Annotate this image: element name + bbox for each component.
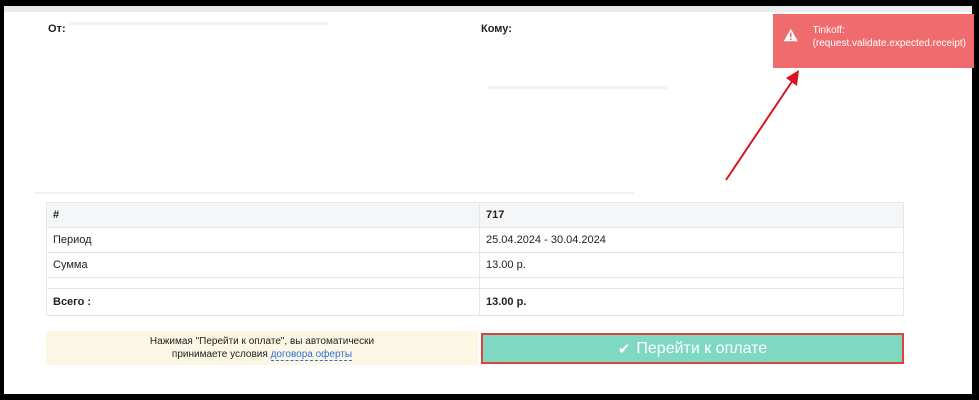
table-row: Период 25.04.2024 - 30.04.2024 [46, 227, 904, 253]
offer-agreement-link[interactable]: договора оферты [270, 349, 353, 361]
to-label: Кому: [481, 23, 512, 35]
divider [34, 192, 634, 194]
table-row: # 717 [46, 202, 904, 228]
offer-notice: Нажимая "Перейти к оплате", вы автоматич… [46, 331, 478, 365]
table-cell-value: 13.00 р. [479, 252, 904, 278]
notice-line-2: принимаете условия договора оферты [46, 348, 478, 361]
proceed-to-payment-button[interactable]: ✔ Перейти к оплате [481, 333, 904, 364]
warning-icon [783, 28, 798, 42]
to-value-placeholder [488, 86, 668, 89]
table-cell-empty [479, 277, 904, 289]
table-cell-empty [46, 277, 480, 289]
total-value: 13.00 р. [479, 288, 904, 316]
table-row: Сумма 13.00 р. [46, 252, 904, 278]
table-total-row: Всего : 13.00 р. [46, 288, 904, 316]
table-cell-label: # [46, 202, 480, 228]
toast-title: Tinkoff: [812, 25, 845, 36]
from-value-placeholder [68, 22, 328, 25]
notice-line-2-text: принимаете условия [171, 349, 271, 360]
pay-button-label: Перейти к оплате [636, 339, 768, 357]
error-toast[interactable]: Tinkoff: (request.validate.expected.rece… [773, 14, 974, 68]
total-label: Всего : [46, 288, 480, 316]
table-cell-value: 25.04.2024 - 30.04.2024 [479, 227, 904, 253]
check-icon: ✔ [617, 340, 631, 358]
toast-message: (request.validate.expected.receipt) [812, 38, 966, 49]
table-cell-label: Сумма [46, 252, 480, 278]
table-cell-label: Период [46, 227, 480, 253]
table-cell-value: 717 [479, 202, 904, 228]
from-label: От: [48, 23, 66, 35]
notice-line-1: Нажимая "Перейти к оплате", вы автоматич… [149, 336, 375, 347]
payment-details-table: # 717 Период 25.04.2024 - 30.04.2024 Сум… [46, 202, 904, 316]
table-spacer-row [46, 277, 904, 289]
top-bar [4, 6, 972, 12]
